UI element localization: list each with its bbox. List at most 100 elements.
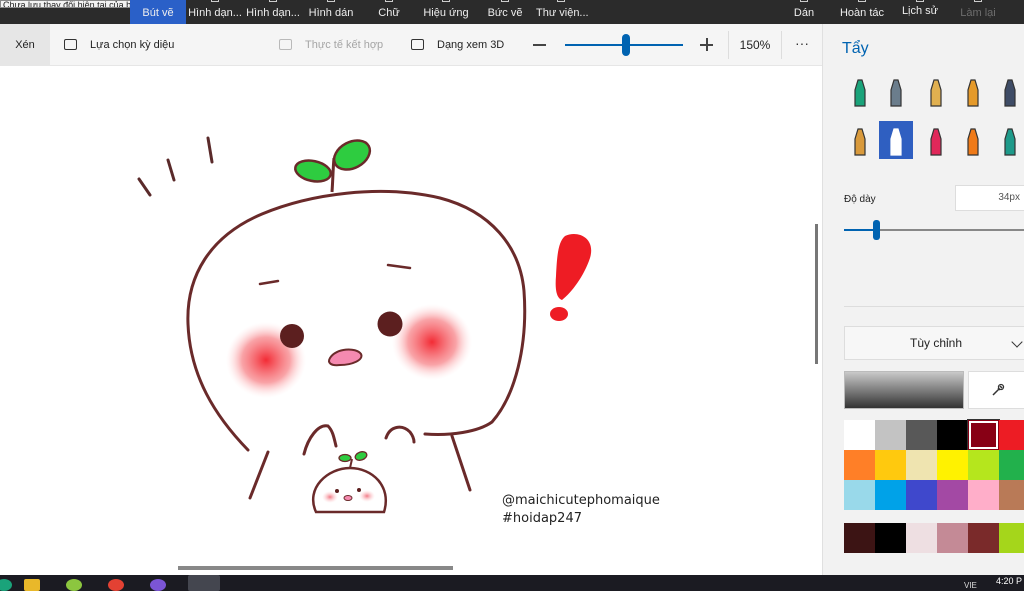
color-swatch[interactable] bbox=[937, 450, 968, 480]
paint3d-icon[interactable] bbox=[150, 579, 166, 591]
custom-color-swatch[interactable] bbox=[844, 523, 875, 553]
color-swatch[interactable] bbox=[875, 450, 906, 480]
active-app-icon[interactable] bbox=[188, 575, 220, 591]
language-indicator[interactable]: VIE bbox=[964, 581, 977, 590]
drawing-artwork bbox=[137, 136, 592, 514]
custom-color-swatch[interactable] bbox=[906, 523, 937, 553]
panel-divider bbox=[844, 306, 1024, 307]
color-swatch[interactable] bbox=[844, 480, 875, 510]
paste-label: Dán bbox=[793, 7, 815, 19]
left-arm bbox=[248, 450, 270, 500]
fill-bucket-brush-icon[interactable] bbox=[993, 121, 1024, 159]
right-eyebrow bbox=[386, 263, 412, 270]
watercolor-brush-icon[interactable] bbox=[956, 72, 990, 110]
zoom-slider-thumb[interactable] bbox=[622, 34, 630, 56]
current-color-preview[interactable] bbox=[844, 371, 964, 409]
eraser-brush-icon[interactable] bbox=[879, 121, 913, 159]
color-swatch[interactable] bbox=[875, 480, 906, 510]
2d-shapes-icon bbox=[211, 0, 219, 2]
color-swatch[interactable] bbox=[999, 450, 1024, 480]
color-swatch[interactable] bbox=[968, 450, 999, 480]
color-swatch[interactable] bbox=[844, 420, 875, 450]
custom-color-swatch[interactable] bbox=[968, 523, 999, 553]
thickness-slider-fill bbox=[844, 229, 876, 231]
spray-can-brush-icon[interactable] bbox=[956, 121, 990, 159]
color-swatch[interactable] bbox=[844, 450, 875, 480]
ribbon-bar: Chưa lưu thay đổi hiện tại của bạn... Bú… bbox=[0, 0, 1024, 24]
clock[interactable]: 4:20 P bbox=[996, 576, 1022, 586]
oil-brush-icon[interactable] bbox=[919, 72, 953, 110]
color-swatch[interactable] bbox=[937, 420, 968, 450]
color-swatch[interactable] bbox=[968, 420, 999, 450]
sprout-leaf-left bbox=[294, 159, 332, 183]
color-swatch[interactable] bbox=[875, 420, 906, 450]
zoom-out-icon[interactable] bbox=[533, 44, 546, 46]
eyedropper-button[interactable] bbox=[968, 371, 1024, 409]
left-eye bbox=[280, 324, 304, 348]
paste-button[interactable]: Dán bbox=[792, 0, 816, 24]
redo-label: Làm lại bbox=[960, 7, 996, 19]
tab-effects-label: Hiệu ứng bbox=[423, 7, 469, 19]
thickness-label: Độ dày bbox=[844, 194, 876, 205]
crop-button[interactable]: Xén bbox=[0, 24, 50, 66]
tab-effects[interactable]: Hiệu ứng bbox=[422, 0, 470, 24]
redo-button[interactable]: Làm lại bbox=[958, 0, 998, 24]
mixed-reality-button[interactable]: Thực tế kết hợp bbox=[279, 24, 383, 66]
tab-brushes-label: Bút vẽ bbox=[142, 7, 174, 19]
tab-3d-library[interactable]: Thư viện... bbox=[536, 0, 589, 24]
history-button[interactable]: Lịch sử bbox=[900, 0, 940, 24]
zoom-in-icon-vertical[interactable] bbox=[706, 38, 708, 51]
color-swatch[interactable] bbox=[906, 480, 937, 510]
undo-button[interactable]: Hoàn tác bbox=[838, 0, 886, 24]
small-right-blush bbox=[359, 490, 375, 502]
color-swatch[interactable] bbox=[999, 420, 1024, 450]
color-swatch[interactable] bbox=[999, 480, 1024, 510]
magic-select-icon bbox=[64, 38, 77, 50]
app-icon[interactable] bbox=[66, 579, 82, 591]
history-icon bbox=[916, 0, 924, 2]
custom-color-swatch[interactable] bbox=[999, 523, 1024, 553]
color-swatch[interactable] bbox=[968, 480, 999, 510]
mouth bbox=[328, 348, 363, 367]
brush-mode-dropdown[interactable]: Tùy chỉnh bbox=[844, 326, 1024, 360]
tab-2d-shapes[interactable]: Hình dạn... bbox=[188, 0, 242, 24]
view-3d-button[interactable]: Dạng xem 3D bbox=[411, 24, 504, 66]
small-left-eye bbox=[335, 489, 339, 493]
drawing-canvas[interactable]: @maichicutephomaique #hoidap247 bbox=[0, 66, 822, 575]
right-hand bbox=[384, 425, 416, 444]
canvas-icon bbox=[501, 0, 509, 2]
start-icon[interactable] bbox=[0, 579, 12, 591]
vertical-scrollbar[interactable] bbox=[815, 224, 818, 364]
undo-label: Hoàn tác bbox=[839, 7, 885, 19]
tab-3d-shapes[interactable]: Hình dạn... bbox=[246, 0, 300, 24]
custom-color-swatch[interactable] bbox=[875, 523, 906, 553]
tab-stickers[interactable]: Hình dán bbox=[306, 0, 356, 24]
color-swatch[interactable] bbox=[937, 480, 968, 510]
thickness-slider-thumb[interactable] bbox=[873, 220, 880, 240]
pixel-pen-brush-icon[interactable] bbox=[993, 72, 1024, 110]
3d-shapes-icon bbox=[269, 0, 277, 2]
calligraphy-pen-brush-icon[interactable] bbox=[879, 72, 913, 110]
chrome-icon[interactable] bbox=[108, 579, 124, 591]
more-options-button[interactable]: ··· bbox=[792, 24, 812, 66]
tab-text[interactable]: Chữ bbox=[372, 0, 406, 24]
dropdown-label: Tùy chỉnh bbox=[909, 336, 963, 350]
marker-brush-icon[interactable] bbox=[843, 72, 877, 110]
custom-color-swatch[interactable] bbox=[937, 523, 968, 553]
file-explorer-icon[interactable] bbox=[24, 579, 40, 591]
horizontal-scrollbar[interactable] bbox=[178, 566, 453, 570]
tab-brushes[interactable]: Bút vẽ bbox=[130, 0, 186, 24]
brush-side-panel: Tẩy Độ dày 34px Tùy chỉnh bbox=[822, 24, 1024, 575]
tab-canvas[interactable]: Bức vẽ bbox=[486, 0, 524, 24]
unsaved-changes-tooltip: Chưa lưu thay đổi hiện tại của bạn... bbox=[0, 0, 145, 8]
3d-library-icon bbox=[557, 0, 565, 2]
crayon-brush-icon[interactable] bbox=[919, 121, 953, 159]
pencil-brush-icon[interactable] bbox=[843, 121, 877, 159]
thickness-input[interactable]: 34px bbox=[955, 185, 1024, 211]
color-swatch[interactable] bbox=[906, 420, 937, 450]
color-swatch[interactable] bbox=[906, 450, 937, 480]
right-blush bbox=[392, 304, 472, 380]
zoom-level[interactable]: 150% bbox=[728, 31, 782, 59]
mixed-reality-label: Thực tế kết hợp bbox=[305, 39, 384, 51]
magic-select-button[interactable]: Lựa chọn kỳ diệu bbox=[64, 24, 174, 66]
